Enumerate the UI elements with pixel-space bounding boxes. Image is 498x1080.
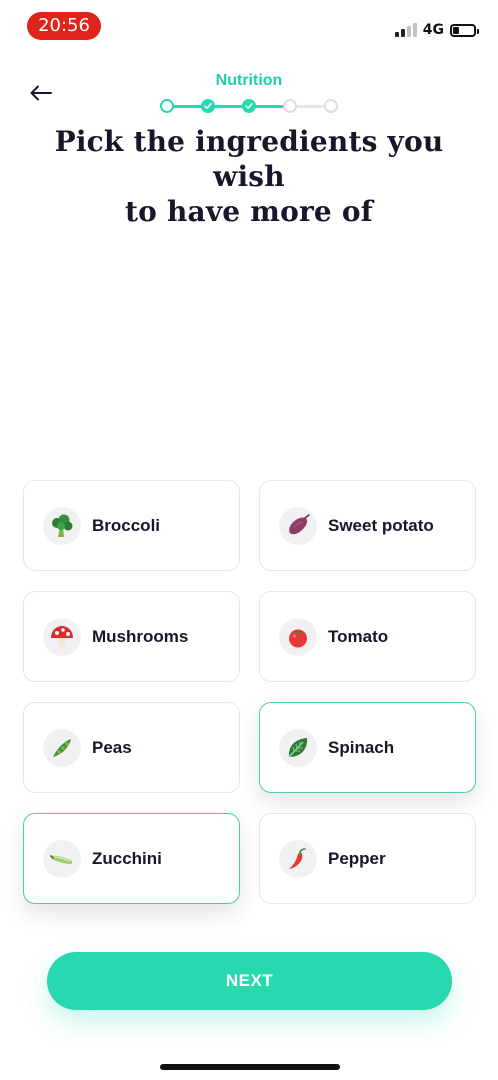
zucchini-icon-wrap [43, 839, 81, 878]
broccoli-icon-wrap [43, 506, 81, 545]
page-title-line-2: to have more of [124, 195, 374, 228]
ingredient-label: Tomato [328, 626, 389, 646]
stepper-connector [172, 105, 203, 108]
ingredient-label: Sweet potato [328, 515, 434, 535]
sweet-potato-icon-wrap [279, 506, 317, 545]
status-indicators: 4G [394, 20, 479, 40]
stepper-connector [213, 105, 244, 108]
ingredient-label: Pepper [328, 848, 386, 868]
ingredient-card-peas[interactable]: Peas [23, 702, 240, 793]
ingredient-card-broccoli[interactable]: Broccoli [23, 480, 240, 571]
home-indicator [160, 1064, 340, 1070]
broccoli-icon [52, 514, 73, 537]
mushroom-icon-wrap [43, 617, 81, 656]
step-upcoming [283, 99, 297, 113]
ingredient-grid: Broccoli Sweet potato Mushrooms Tomato P… [23, 480, 476, 904]
ingredient-card-mushrooms[interactable]: Mushrooms [23, 591, 240, 682]
progress-stepper [160, 98, 340, 114]
status-time: 20:56 [27, 12, 101, 40]
step-completed-check-icon [242, 99, 256, 113]
ingredient-label: Spinach [328, 737, 395, 757]
peas-icon [53, 738, 71, 757]
ingredient-label: Peas [92, 737, 132, 757]
step-title: Nutrition [215, 72, 283, 89]
ingredient-card-tomato[interactable]: Tomato [259, 591, 476, 682]
step-completed-check-icon [201, 99, 215, 113]
ingredient-card-sweet-potato[interactable]: Sweet potato [259, 480, 476, 571]
step-current [160, 99, 174, 113]
spinach-icon-wrap [279, 728, 317, 767]
ingredient-card-pepper[interactable]: Pepper [259, 813, 476, 904]
peas-icon-wrap [43, 728, 81, 767]
mushroom-icon [51, 625, 73, 647]
ingredient-card-spinach[interactable]: Spinach [259, 702, 476, 793]
page-title: Pick the ingredients you wish to have mo… [20, 124, 478, 229]
ingredient-card-zucchini[interactable]: Zucchini [23, 813, 240, 904]
battery-icon [450, 23, 479, 37]
zucchini-icon [50, 854, 73, 864]
tomato-icon [289, 629, 307, 647]
stepper-connector [254, 105, 285, 108]
signal-icon [394, 23, 417, 37]
sweet-potato-icon [289, 513, 310, 534]
ingredient-label: Broccoli [92, 515, 161, 535]
ingredient-label: Mushrooms [92, 626, 189, 646]
ingredient-label: Zucchini [92, 848, 162, 868]
pepper-icon-wrap [279, 839, 317, 878]
network-type: 4G [422, 22, 444, 38]
spinach-icon [288, 737, 308, 757]
tomato-icon-wrap [279, 617, 317, 656]
stepper-connector [295, 105, 326, 108]
pepper-icon [289, 847, 306, 869]
step-upcoming [324, 99, 338, 113]
next-button[interactable]: NEXT [47, 952, 452, 1010]
page-title-line-1: Pick the ingredients you wish [54, 125, 444, 193]
